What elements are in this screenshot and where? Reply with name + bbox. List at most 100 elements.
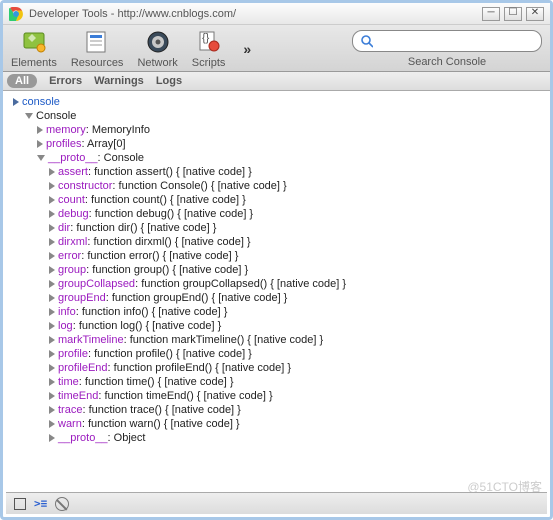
- chevron-right-icon[interactable]: [37, 126, 43, 134]
- overflow-button[interactable]: »: [243, 41, 251, 57]
- property-value: Object: [114, 432, 146, 444]
- object-property[interactable]: assert: function assert() { [native code…: [49, 165, 544, 179]
- object-property[interactable]: warn: function warn() { [native code] }: [49, 417, 544, 431]
- property-value: function log() { [native code] }: [79, 320, 221, 332]
- object-property[interactable]: dirxml: function dirxml() { [native code…: [49, 235, 544, 249]
- window-title: Developer Tools - http://www.cnblogs.com…: [29, 8, 236, 20]
- property-name: dirxml: [58, 236, 87, 248]
- object-property[interactable]: log: function log() { [native code] }: [49, 319, 544, 333]
- chevron-right-icon[interactable]: [49, 392, 55, 400]
- resources-tab[interactable]: Resources: [71, 29, 124, 69]
- object-property[interactable]: dir: function dir() { [native code] }: [49, 221, 544, 235]
- chevron-right-icon[interactable]: [49, 224, 55, 232]
- chevron-right-icon[interactable]: [49, 378, 55, 386]
- network-tab[interactable]: Network: [137, 29, 177, 69]
- property-value: function error() { [native code] }: [87, 250, 238, 262]
- property-value: MemoryInfo: [92, 124, 150, 136]
- object-property[interactable]: groupEnd: function groupEnd() { [native …: [49, 291, 544, 305]
- chevron-right-icon[interactable]: [49, 168, 55, 176]
- minimize-button[interactable]: ─: [482, 7, 500, 21]
- chevron-right-icon[interactable]: [49, 196, 55, 204]
- object-label: Console: [36, 110, 76, 122]
- filter-bar: All Errors Warnings Logs: [3, 72, 550, 91]
- scripts-tab[interactable]: {} Scripts: [192, 29, 226, 69]
- resources-icon: [83, 29, 111, 55]
- chevron-right-icon[interactable]: [49, 364, 55, 372]
- maximize-button[interactable]: ☐: [504, 7, 522, 21]
- object-property[interactable]: info: function info() { [native code] }: [49, 305, 544, 319]
- property-value: function profileEnd() { [native code] }: [114, 362, 291, 374]
- property-name: groupCollapsed: [58, 278, 135, 290]
- object-property[interactable]: group: function group() { [native code] …: [49, 263, 544, 277]
- console-expression: console: [22, 96, 60, 108]
- chevron-right-icon[interactable]: [49, 434, 55, 442]
- object-property[interactable]: error: function error() { [native code] …: [49, 249, 544, 263]
- chevron-right-icon[interactable]: [49, 308, 55, 316]
- property-name: profile: [58, 348, 88, 360]
- chevron-right-icon[interactable]: [37, 140, 43, 148]
- object-property[interactable]: trace: function trace() { [native code] …: [49, 403, 544, 417]
- object-property[interactable]: markTimeline: function markTimeline() { …: [49, 333, 544, 347]
- chevron-down-icon[interactable]: [25, 113, 33, 119]
- property-name: dir: [58, 222, 70, 234]
- object-property[interactable]: profile: function profile() { [native co…: [49, 347, 544, 361]
- property-name: count: [58, 194, 85, 206]
- filter-errors[interactable]: Errors: [49, 75, 82, 87]
- elements-icon: [20, 29, 48, 55]
- object-property[interactable]: count: function count() { [native code] …: [49, 193, 544, 207]
- chevron-right-icon[interactable]: [49, 266, 55, 274]
- property-name: log: [58, 320, 73, 332]
- chevron-right-icon[interactable]: [49, 322, 55, 330]
- console-prompt-icon[interactable]: >≡: [34, 497, 47, 510]
- property-value: function dir() { [native code] }: [76, 222, 216, 234]
- property-name: time: [58, 376, 79, 388]
- chevron-right-icon[interactable]: [13, 98, 19, 106]
- chevron-down-icon[interactable]: [37, 155, 45, 161]
- dock-icon[interactable]: [14, 498, 26, 510]
- chevron-right-icon[interactable]: [49, 210, 55, 218]
- network-icon: [144, 29, 172, 55]
- object-property[interactable]: memory: MemoryInfo: [37, 123, 544, 137]
- property-value: function info() { [native code] }: [82, 306, 228, 318]
- svg-text:{}: {}: [202, 32, 210, 44]
- titlebar: Developer Tools - http://www.cnblogs.com…: [3, 3, 550, 25]
- filter-logs[interactable]: Logs: [156, 75, 182, 87]
- close-button[interactable]: ✕: [526, 7, 544, 21]
- chevron-right-icon[interactable]: [49, 182, 55, 190]
- elements-tab[interactable]: Elements: [11, 29, 57, 69]
- filter-all[interactable]: All: [7, 74, 37, 88]
- property-name: __proto__: [58, 432, 108, 444]
- chevron-right-icon[interactable]: [49, 406, 55, 414]
- chevron-right-icon[interactable]: [49, 280, 55, 288]
- object-property[interactable]: profileEnd: function profileEnd() { [nat…: [49, 361, 544, 375]
- object-property[interactable]: __proto__: Console: [37, 151, 544, 165]
- property-name: info: [58, 306, 76, 318]
- property-name: error: [58, 250, 81, 262]
- chevron-right-icon[interactable]: [49, 350, 55, 358]
- chevron-right-icon[interactable]: [49, 294, 55, 302]
- object-property[interactable]: timeEnd: function timeEnd() { [native co…: [49, 389, 544, 403]
- property-name: profileEnd: [58, 362, 108, 374]
- search-box[interactable]: [352, 30, 542, 52]
- chevron-right-icon[interactable]: [49, 420, 55, 428]
- property-value: function groupEnd() { [native code] }: [112, 292, 288, 304]
- property-name: __proto__: [48, 152, 98, 164]
- property-value: function assert() { [native code] }: [94, 166, 252, 178]
- object-property[interactable]: time: function time() { [native code] }: [49, 375, 544, 389]
- property-name: group: [58, 264, 86, 276]
- clear-console-icon[interactable]: [55, 497, 69, 511]
- object-property[interactable]: groupCollapsed: function groupCollapsed(…: [49, 277, 544, 291]
- property-value: function time() { [native code] }: [85, 376, 234, 388]
- object-property[interactable]: debug: function debug() { [native code] …: [49, 207, 544, 221]
- chevron-right-icon[interactable]: [49, 336, 55, 344]
- object-property[interactable]: constructor: function Console() { [nativ…: [49, 179, 544, 193]
- property-name: warn: [58, 418, 82, 430]
- property-name: timeEnd: [58, 390, 98, 402]
- object-property[interactable]: profiles: Array[0]: [37, 137, 544, 151]
- object-property[interactable]: __proto__: Object: [49, 431, 544, 445]
- chevron-right-icon[interactable]: [49, 238, 55, 246]
- console-output[interactable]: console Console memory: MemoryInfoprofil…: [3, 91, 550, 495]
- search-input[interactable]: [373, 35, 533, 47]
- filter-warnings[interactable]: Warnings: [94, 75, 144, 87]
- chevron-right-icon[interactable]: [49, 252, 55, 260]
